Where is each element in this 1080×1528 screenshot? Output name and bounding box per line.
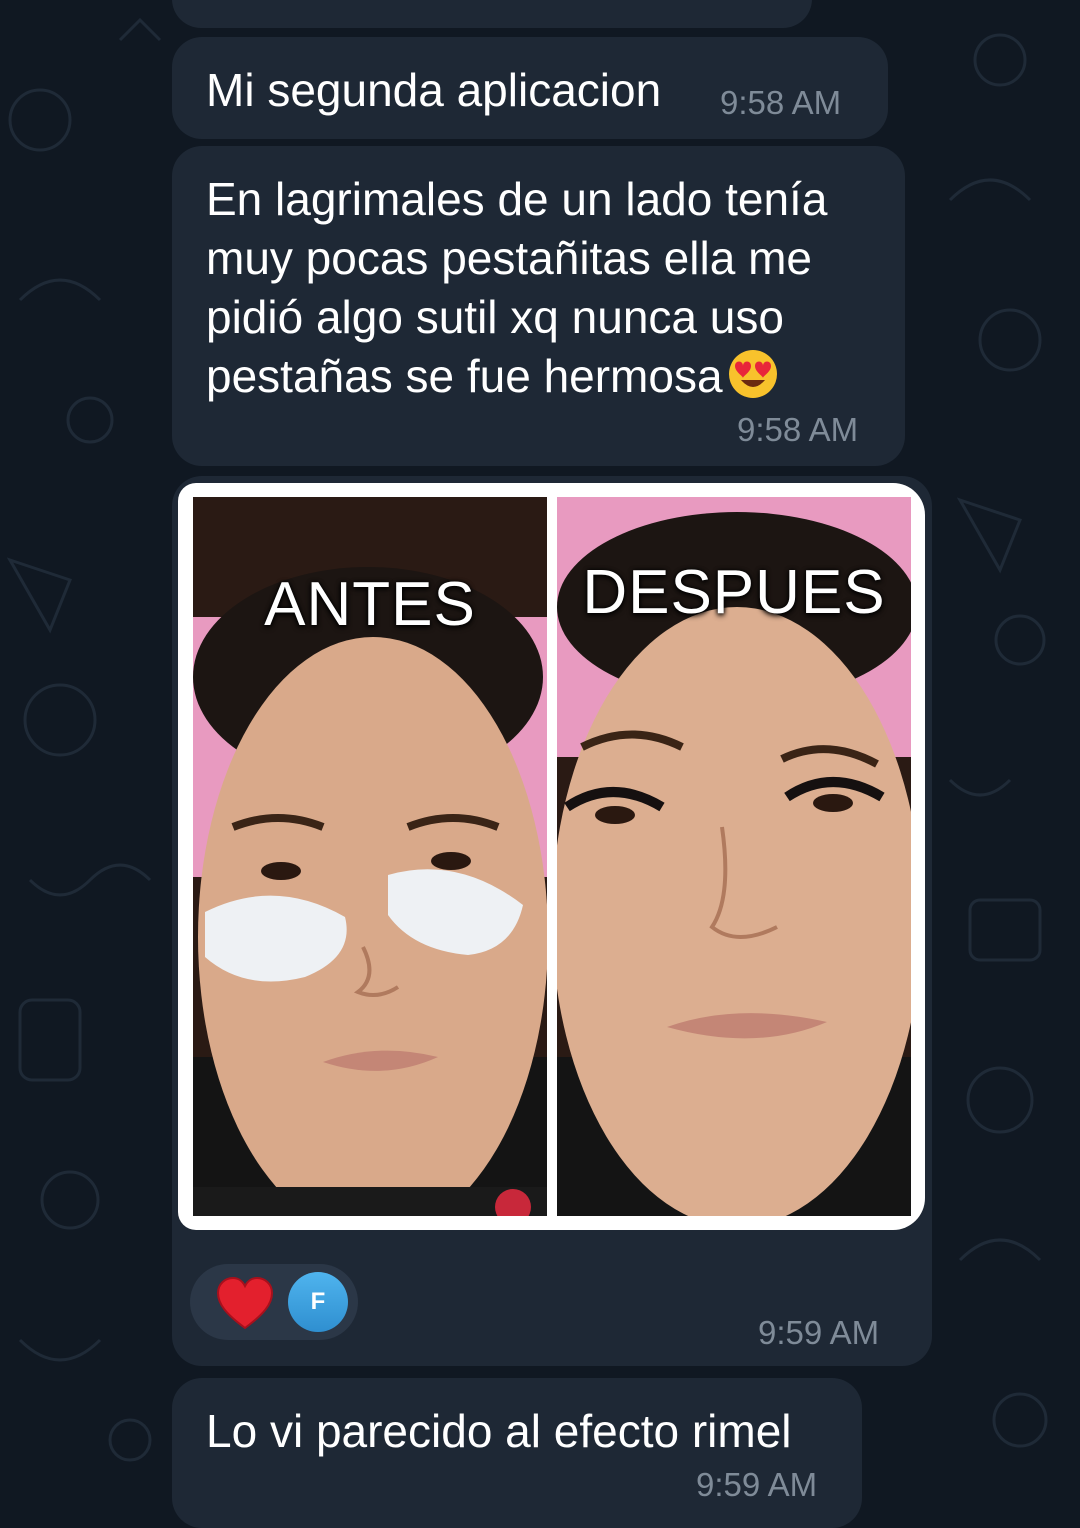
reaction-pill[interactable]: F: [190, 1264, 358, 1340]
reactor-avatar[interactable]: F: [288, 1272, 348, 1332]
message-bubble[interactable]: Mi segunda aplicacion 9:58 AM: [172, 37, 888, 139]
after-photo: DESPUES: [557, 497, 911, 1216]
message-text: Lo vi parecido al efecto rimel: [206, 1405, 792, 1457]
heart-eyes-emoji-icon: [728, 350, 777, 398]
before-photo: ANTES: [193, 497, 547, 1216]
after-label: DESPUES: [582, 558, 886, 627]
message-time: 9:59 AM: [696, 1466, 818, 1503]
message-text: Mi segunda aplicacion: [206, 64, 662, 116]
message-time: 9:59 AM: [758, 1314, 880, 1351]
before-label: ANTES: [264, 570, 476, 639]
message-time: 9:58 AM: [737, 411, 859, 448]
previous-message-bubble: [172, 0, 812, 28]
heart-reaction-icon: [216, 1276, 274, 1330]
message-bubble[interactable]: Lo vi parecido al efecto rimel 9:59 AM: [172, 1378, 862, 1528]
message-text: En lagrimales de un lado tenía muy pocas…: [206, 170, 827, 406]
photo-collage[interactable]: ANTES DESPUES: [178, 483, 925, 1230]
message-bubble[interactable]: En lagrimales de un lado tenía muy pocas…: [172, 146, 905, 466]
message-time: 9:58 AM: [720, 84, 842, 121]
